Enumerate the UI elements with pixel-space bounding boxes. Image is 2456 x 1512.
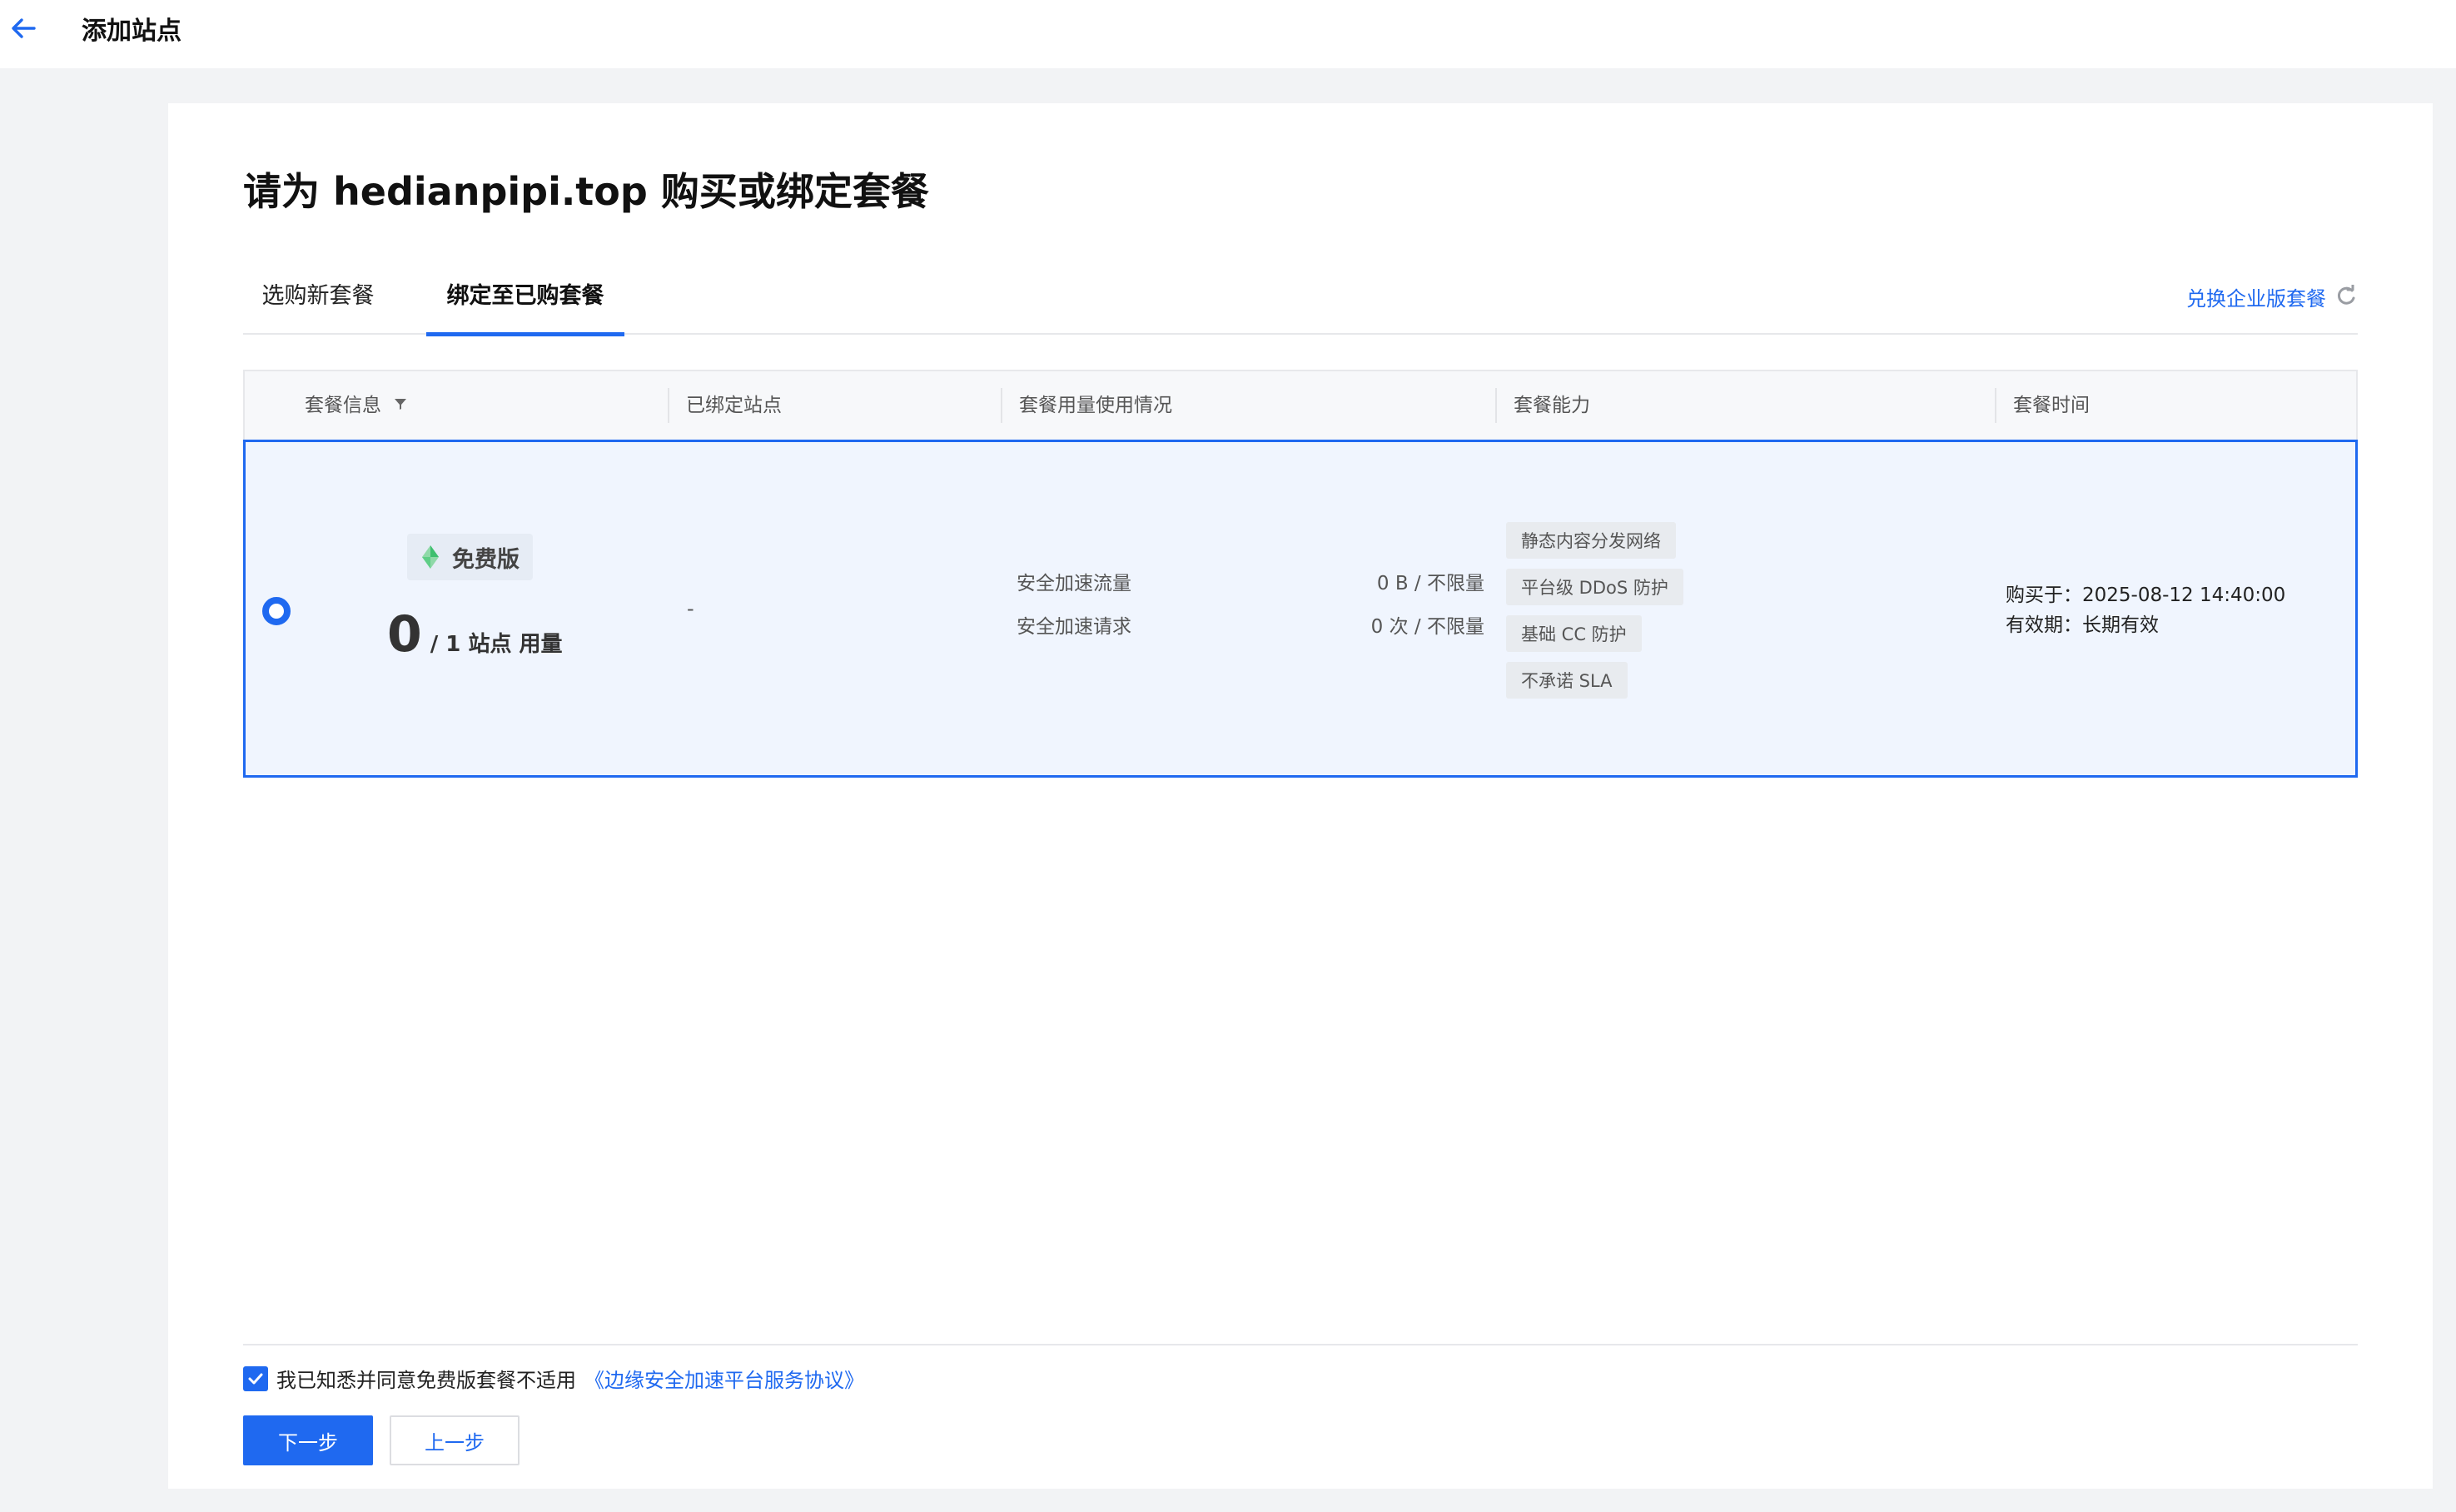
- column-header-capabilities: 套餐能力: [1495, 371, 1995, 440]
- plan-time: 购买于：2025-08-12 14:40:00 有效期：长期有效: [2006, 580, 2285, 640]
- plan-name: 免费版: [452, 546, 520, 573]
- tab-buy-new-plan[interactable]: 选购新套餐: [243, 270, 393, 335]
- agreement: 我已知悉并同意免费版套餐不适用 《边缘安全加速平台服务协议》: [243, 1364, 864, 1393]
- validity-value: 长期有效: [2082, 614, 2159, 636]
- tab-bar: 选购新套餐 绑定至已购套餐 兑换企业版套餐: [243, 270, 2358, 336]
- filter-icon[interactable]: [392, 395, 409, 412]
- top-bar: 添加站点: [0, 0, 2456, 68]
- column-header-plan-info: 套餐信息: [286, 371, 678, 440]
- edgeone-logo-icon: [422, 545, 439, 569]
- column-header-plan-time: 套餐时间: [1995, 371, 2356, 440]
- column-separator: [1995, 388, 1996, 423]
- main-card: 请为 hedianpipi.top 购买或绑定套餐 选购新套餐 绑定至已购套餐 …: [168, 103, 2433, 1489]
- site-usage: 0 / 1 站点 用量: [387, 605, 563, 664]
- validity-line: 有效期：长期有效: [2006, 610, 2285, 640]
- footer-divider: [243, 1344, 2358, 1345]
- plan-heading: 请为 hedianpipi.top 购买或绑定套餐: [243, 169, 929, 214]
- service-agreement-link[interactable]: 《边缘安全加速平台服务协议》: [584, 1364, 864, 1393]
- purchase-time-line: 购买于：2025-08-12 14:40:00: [2006, 580, 2285, 610]
- plan-radio-selected[interactable]: [262, 597, 291, 625]
- next-step-button[interactable]: 下一步: [243, 1415, 373, 1465]
- traffic-label: 安全加速流量: [1017, 573, 1131, 594]
- validity-label: 有效期：: [2006, 614, 2082, 636]
- column-header-capabilities-label: 套餐能力: [1514, 395, 1590, 416]
- purchase-time-value: 2025-08-12 14:40:00: [2082, 584, 2286, 606]
- column-header-usage: 套餐用量使用情况: [1001, 371, 1495, 440]
- agreement-checkbox[interactable]: [243, 1365, 268, 1391]
- redeem-enterprise-label: 兑换企业版套餐: [2186, 286, 2326, 311]
- site-usage-count: 0: [387, 605, 422, 664]
- agreement-text: 我已知悉并同意免费版套餐不适用: [276, 1369, 576, 1392]
- capability-tag: 平台级 DDoS 防护: [1506, 569, 1683, 605]
- column-header-bound-sites-label: 已绑定站点: [686, 395, 782, 416]
- refresh-icon: [2337, 285, 2355, 305]
- column-header-plan-info-label: 套餐信息: [305, 395, 381, 416]
- traffic-value: 0 B / 不限量: [1376, 573, 1484, 594]
- site-usage-quota: / 1 站点 用量: [430, 632, 563, 657]
- arrow-left-icon: [12, 18, 36, 38]
- requests-value: 0 次 / 不限量: [1370, 616, 1484, 638]
- redeem-enterprise-link[interactable]: 兑换企业版套餐: [2186, 270, 2358, 323]
- tab-bind-existing-plan[interactable]: 绑定至已购套餐: [426, 270, 624, 336]
- previous-step-button[interactable]: 上一步: [390, 1415, 520, 1465]
- bound-sites-value: -: [687, 597, 694, 620]
- capability-tag: 基础 CC 防护: [1506, 615, 1642, 652]
- capability-list: 静态内容分发网络 平台级 DDoS 防护 基础 CC 防护 不承诺 SLA: [1506, 522, 1683, 699]
- column-header-bound-sites: 已绑定站点: [668, 371, 1001, 440]
- column-separator: [1495, 388, 1497, 423]
- column-separator: [668, 388, 669, 423]
- back-button[interactable]: [7, 12, 40, 45]
- page-title: 添加站点: [82, 17, 181, 46]
- column-header-usage-label: 套餐用量使用情况: [1019, 395, 1172, 416]
- table-row[interactable]: 免费版 0 / 1 站点 用量 - 安全加速流量 0 B / 不限量 安全加速请…: [243, 440, 2358, 778]
- column-separator: [1001, 388, 1002, 423]
- checkmark-icon: [248, 1373, 263, 1384]
- purchase-time-label: 购买于：: [2006, 584, 2082, 606]
- capability-tag: 不承诺 SLA: [1506, 662, 1628, 699]
- plan-badge: 免费版: [407, 534, 533, 580]
- column-header-plan-time-label: 套餐时间: [2013, 395, 2090, 416]
- plan-table: 套餐信息 已绑定站点 套餐用量使用情况 套餐能力 套餐时间 免费版 0 / 1 …: [243, 370, 2358, 778]
- table-header: 套餐信息 已绑定站点 套餐用量使用情况 套餐能力 套餐时间: [243, 370, 2358, 440]
- requests-label: 安全加速请求: [1017, 616, 1131, 638]
- capability-tag: 静态内容分发网络: [1506, 522, 1676, 559]
